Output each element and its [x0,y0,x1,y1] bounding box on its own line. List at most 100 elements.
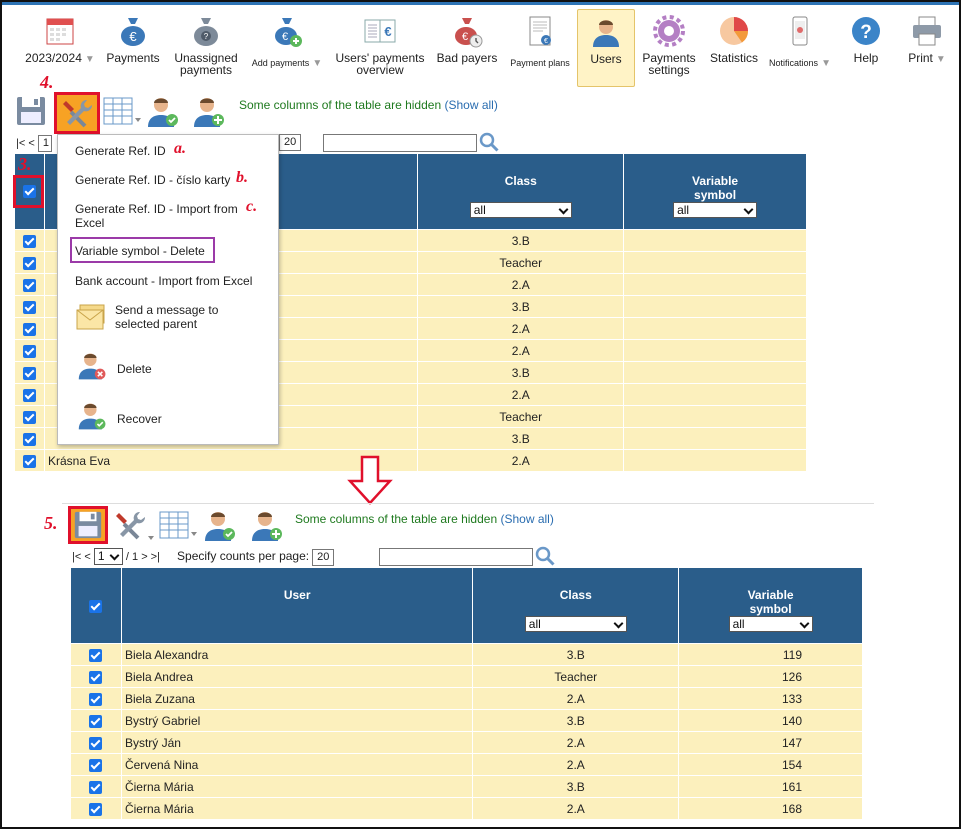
nav-users[interactable]: Users [577,9,635,87]
show-all-link[interactable]: (Show all) [444,98,497,112]
row-checkbox[interactable] [22,256,36,270]
class-cell: Teacher [417,251,625,274]
columns-icon[interactable] [158,510,198,542]
row-checkbox[interactable] [22,300,36,314]
row-checkbox[interactable] [22,366,36,380]
menu-generate-ref-id-import[interactable]: Generate Ref. ID - Import from Excel [75,202,245,230]
vs-cell [623,273,807,296]
pager-next-last[interactable]: > >| [141,551,160,563]
step-5-label: 5. [44,513,58,533]
search-icon[interactable] [535,546,555,566]
user-confirm-icon[interactable] [146,94,182,130]
class-cell: 3.B [417,361,625,384]
save-icon[interactable] [14,94,48,128]
per-page-input[interactable]: 20 [279,134,302,151]
row-checkbox[interactable] [22,410,36,424]
user-cell: Čierna Mária [120,797,474,820]
pager-first-prev[interactable]: |< < [16,137,35,149]
row-checkbox[interactable] [89,780,103,794]
user-cell: Bystrý Gabriel [120,709,474,732]
search-input-bottom[interactable] [379,548,533,566]
nav-notifications[interactable]: Notifications ▼ [768,12,832,84]
vs-cell: 140 [678,709,863,732]
row-checkbox[interactable] [22,432,36,446]
show-all-link[interactable]: (Show all) [500,512,553,526]
row-checkbox[interactable] [22,322,36,336]
money-bag-add-icon: € [275,18,302,47]
row-checkbox[interactable] [89,692,103,706]
user-cell: Čierna Mária [120,775,474,798]
class-filter-select[interactable]: all [469,202,572,218]
highlight-select-all [13,175,44,208]
hidden-columns-note-bottom: Some columns of the table are hidden (Sh… [295,512,554,526]
vs-filter-select[interactable]: all [728,616,813,632]
nav-label: Users' payments overview [335,51,425,77]
menu-bank-account-import[interactable]: Bank account - Import from Excel [75,274,252,288]
tools-icon[interactable] [113,508,155,544]
highlight-save [68,506,108,544]
nav-label: Payments [106,51,160,65]
row-checkbox[interactable] [22,344,36,358]
menu-variable-symbol-delete[interactable]: Variable symbol - Delete [75,244,205,258]
menu-recover[interactable]: Recover [117,412,162,426]
nav-add-payments[interactable]: € Add payments ▼ [248,12,326,84]
vs-filter-select[interactable]: all [673,202,758,218]
nav-payment-plans[interactable]: € Payment plans [505,12,575,84]
class-cell: Teacher [417,405,625,428]
row-checkbox[interactable] [89,714,103,728]
row-checkbox[interactable] [89,648,103,662]
row-checkbox[interactable] [22,388,36,402]
nav-payments[interactable]: € Payments [103,12,163,84]
nav-bad-payers[interactable]: € Bad payers [434,12,500,84]
table-row: Čierna Mária 3.B 161 [70,775,863,798]
user-add-icon[interactable] [250,508,286,544]
search-icon[interactable] [479,132,499,152]
caret-down-icon: ▼ [84,54,95,65]
user-confirm-icon[interactable] [203,508,239,544]
page-select[interactable]: 1 [37,135,52,152]
nav-label: Payment plans [510,58,570,68]
page-select[interactable]: 1 [93,548,123,565]
row-select-cell [70,797,122,820]
row-checkbox[interactable] [89,802,103,816]
svg-text:€: € [384,24,391,39]
nav-statistics[interactable]: Statistics [706,12,762,84]
columns-icon[interactable] [102,96,142,128]
row-checkbox[interactable] [22,454,36,468]
row-select-cell [70,775,122,798]
class-cell: 2.A [472,753,680,776]
row-checkbox[interactable] [22,234,36,248]
row-checkbox[interactable] [89,670,103,684]
vs-cell [623,339,807,362]
hidden-columns-text: Some columns of the table are hidden [295,512,498,526]
nav-unassigned-payments[interactable]: ? Unassigned payments [170,12,242,84]
row-checkbox[interactable] [89,736,103,750]
gear-icon [653,15,685,47]
svg-text:?: ? [204,32,209,41]
nav-print[interactable]: Print ▼ [898,12,956,84]
select-all-checkbox[interactable] [89,600,103,614]
user-add-icon[interactable] [192,94,228,130]
pager-first-prev[interactable]: |< < [72,551,91,563]
per-page-input[interactable]: 20 [312,548,335,566]
row-checkbox[interactable] [89,758,103,772]
search-input-top[interactable] [323,134,477,152]
menu-send-message[interactable]: Send a message to selected parent [115,303,245,331]
caret-down-icon: ▼ [312,58,323,69]
vs-header-label: Variable symbol [747,588,794,616]
vs-cell: 147 [678,731,863,754]
menu-generate-ref-id-card[interactable]: Generate Ref. ID - číslo karty [75,173,230,187]
nav-school-year[interactable]: 2023/2024 ▼ [20,12,100,84]
class-cell: 2.A [417,339,625,362]
nav-help[interactable]: ? Help [842,12,890,84]
nav-users-payments-overview[interactable]: € Users' payments overview [330,12,430,84]
menu-generate-ref-id[interactable]: Generate Ref. ID [75,144,166,158]
vs-cell: 126 [678,665,863,688]
menu-delete[interactable]: Delete [117,362,152,376]
row-checkbox[interactable] [22,278,36,292]
class-filter-select[interactable]: all [524,616,627,632]
table-row: Biela Andrea Teacher 126 [70,665,863,688]
table-row: Biela Alexandra 3.B 119 [70,643,863,666]
nav-payments-settings[interactable]: Payments settings [639,12,699,84]
vs-cell [623,449,807,472]
